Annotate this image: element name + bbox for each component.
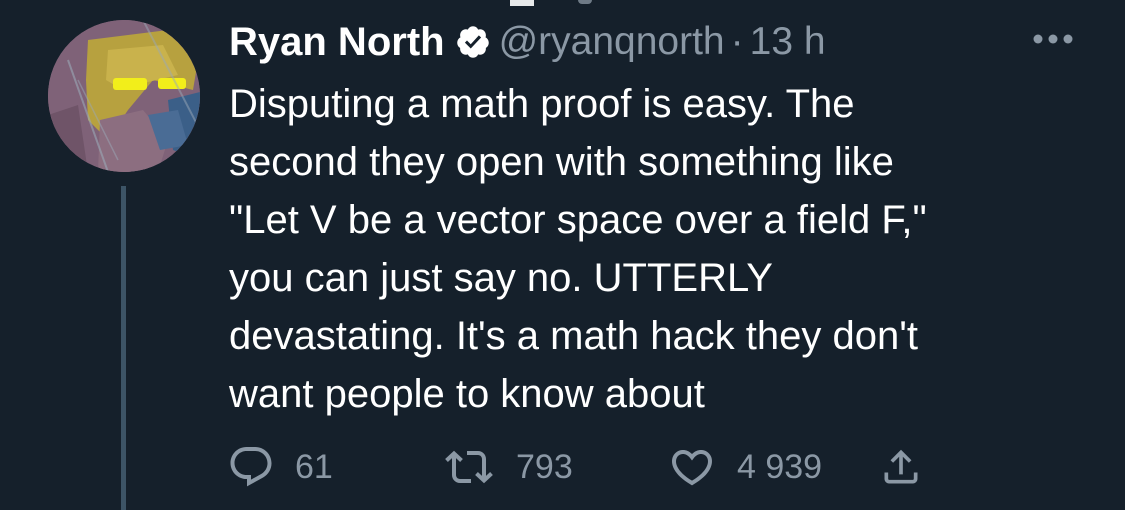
author-display-name[interactable]: Ryan North [229,20,445,65]
tweet-actions: 61 793 4 939 [227,440,987,494]
more-options-button[interactable] [1030,24,1076,54]
reply-icon [230,447,272,487]
like-button[interactable]: 4 939 [667,440,822,494]
like-count: 4 939 [737,447,823,486]
tweet-timestamp[interactable]: 13 h [750,20,826,64]
retweet-icon [445,450,493,484]
top-edge-fragment [510,0,534,6]
header-separator: · [730,20,744,63]
avatar-image [48,20,200,172]
tweet-text: Disputing a math proof is easy. The seco… [229,82,927,416]
verified-badge-icon [455,24,491,60]
reply-button[interactable]: 61 [227,440,333,494]
share-icon [884,449,918,484]
thread-line [121,186,126,510]
author-handle[interactable]: @ryanqnorth [499,20,725,64]
like-icon [671,450,713,486]
retweet-button[interactable]: 793 [442,440,573,494]
tweet-header: Ryan North @ryanqnorth · 13 h [229,14,826,70]
more-icon [1033,34,1073,44]
share-button[interactable] [879,440,923,494]
top-edge-fragment-dot [578,0,592,4]
avatar[interactable] [48,20,200,172]
reply-count: 61 [295,447,333,486]
retweet-count: 793 [516,447,573,486]
